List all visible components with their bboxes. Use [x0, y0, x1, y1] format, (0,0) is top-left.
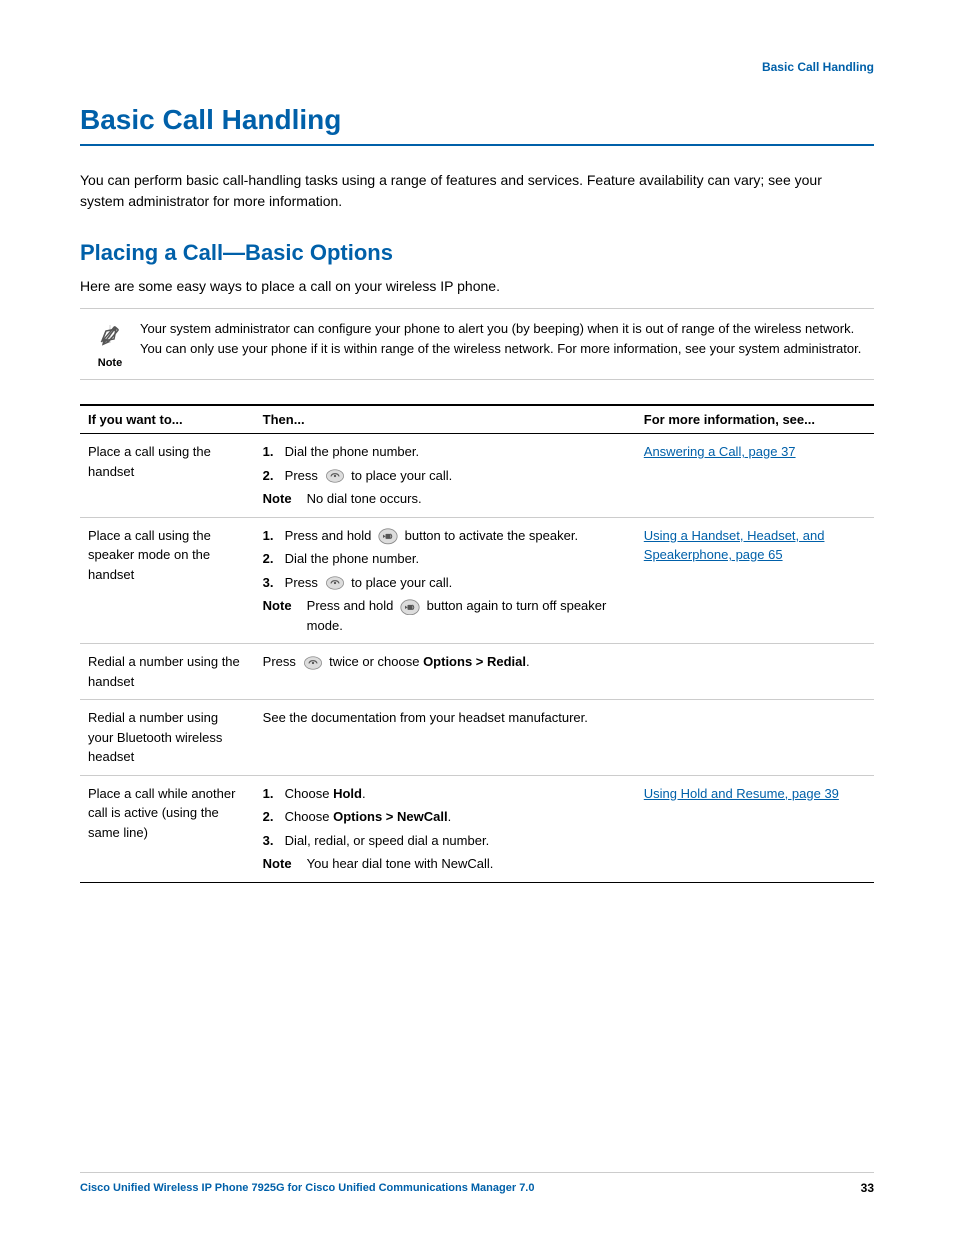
more-info-link[interactable]: Using a Handset, Headset, and Speakerpho…: [644, 528, 825, 563]
speaker-icon: [400, 599, 420, 615]
table-cell-more: Using a Handset, Headset, and Speakerpho…: [636, 517, 874, 644]
inline-note: NoteNo dial tone occurs.: [263, 489, 626, 509]
note-icon-area: Note: [80, 319, 140, 369]
col-then-header: Then...: [255, 405, 636, 434]
table-row: Place a call using the speaker mode on t…: [80, 517, 874, 644]
footer: Cisco Unified Wireless IP Phone 7925G fo…: [80, 1172, 874, 1195]
table-cell-if: Redial a number using your Bluetooth wir…: [80, 700, 255, 776]
table-cell-more: Answering a Call, page 37: [636, 434, 874, 518]
table-cell-more: [636, 644, 874, 700]
table-cell-if: Redial a number using the handset: [80, 644, 255, 700]
table-cell-if: Place a call while another call is activ…: [80, 775, 255, 882]
title-divider: [80, 144, 874, 146]
page: Basic Call Handling Basic Call Handling …: [0, 0, 954, 1235]
table-cell-if: Place a call using the speaker mode on t…: [80, 517, 255, 644]
footer-page-number: 33: [861, 1181, 874, 1195]
intro-text: You can perform basic call-handling task…: [80, 170, 860, 212]
table-cell-then: Press twice or choose Options > Redial.: [255, 644, 636, 700]
more-info-link[interactable]: Answering a Call, page 37: [644, 444, 796, 459]
section-subtitle: Here are some easy ways to place a call …: [80, 278, 874, 294]
inline-note: NoteYou hear dial tone with NewCall.: [263, 854, 626, 874]
table-cell-then: 1.Choose Hold.2.Choose Options > NewCall…: [255, 775, 636, 882]
note-box: Note Your system administrator can confi…: [80, 308, 874, 380]
table-cell-if: Place a call using the handset: [80, 434, 255, 518]
note-label: Note: [98, 357, 122, 369]
table-cell-then: See the documentation from your headset …: [255, 700, 636, 776]
header-section-label: Basic Call Handling: [80, 60, 874, 74]
table-cell-then: 1.Press and hold button to activate the …: [255, 517, 636, 644]
phone-icon: [325, 576, 345, 590]
inline-note: NotePress and hold button again to turn …: [263, 596, 626, 635]
note-content: Your system administrator can configure …: [140, 319, 874, 358]
footer-left: Cisco Unified Wireless IP Phone 7925G fo…: [80, 1182, 534, 1194]
phone-icon: [325, 469, 345, 483]
table-row: Place a call while another call is activ…: [80, 775, 874, 882]
table-row: Redial a number using your Bluetooth wir…: [80, 700, 874, 776]
more-info-link[interactable]: Using Hold and Resume, page 39: [644, 786, 839, 801]
table-cell-more: Using Hold and Resume, page 39: [636, 775, 874, 882]
table-row: Place a call using the handset1.Dial the…: [80, 434, 874, 518]
table-header-row: If you want to... Then... For more infor…: [80, 405, 874, 434]
phone-icon: [303, 656, 323, 670]
note-pencil-icon: [96, 321, 124, 355]
page-title: Basic Call Handling: [80, 104, 874, 136]
section-title: Placing a Call—Basic Options: [80, 240, 874, 266]
table-cell-more: [636, 700, 874, 776]
speaker-icon: [378, 528, 398, 544]
table-cell-then: 1.Dial the phone number.2.Press to place…: [255, 434, 636, 518]
table-row: Redial a number using the handsetPress t…: [80, 644, 874, 700]
col-if-header: If you want to...: [80, 405, 255, 434]
main-table: If you want to... Then... For more infor…: [80, 404, 874, 883]
col-more-header: For more information, see...: [636, 405, 874, 434]
